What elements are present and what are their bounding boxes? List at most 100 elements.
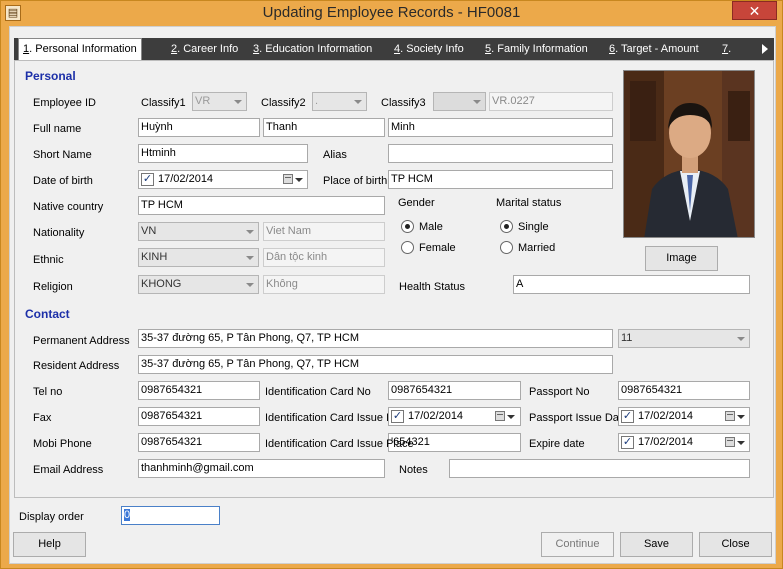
mobi-phone-label: Mobi Phone xyxy=(33,438,92,450)
marital-status-label: Marital status xyxy=(496,197,562,209)
middle-name-field[interactable]: Thanh xyxy=(263,118,385,137)
gender-female-radio[interactable] xyxy=(401,241,414,254)
employee-photo xyxy=(623,70,755,238)
marital-married-label: Married xyxy=(518,242,556,254)
chevron-down-icon xyxy=(246,256,254,260)
tel-no-field[interactable]: 0987654321 xyxy=(138,381,260,400)
passport-no-label: Passport No xyxy=(529,386,590,398)
chevron-down-icon xyxy=(473,100,481,104)
chevron-down-icon[interactable] xyxy=(737,415,745,419)
expire-date-label: Expire date xyxy=(529,438,585,450)
fax-label: Fax xyxy=(33,412,52,424)
permanent-address-area-select[interactable]: 11 xyxy=(618,329,750,348)
calendar-icon xyxy=(283,174,293,184)
native-country-field[interactable]: TP HCM xyxy=(138,196,385,215)
title-bar[interactable]: ▤ Updating Employee Records - HF0081 ✕ xyxy=(1,1,782,25)
email-address-label: Email Address xyxy=(33,464,104,476)
religion-label: Religion xyxy=(33,281,73,293)
tab-family-information[interactable]: 5. Family Information xyxy=(485,40,588,60)
tab-7[interactable]: 7. xyxy=(722,40,731,60)
religion-name-field[interactable]: Không xyxy=(263,275,385,294)
expire-datepicker[interactable]: ✓ 17/02/2014 xyxy=(618,433,750,452)
classify1-select[interactable]: VR xyxy=(192,92,247,111)
classify2-select[interactable]: . xyxy=(312,92,367,111)
health-status-label: Health Status xyxy=(399,281,466,293)
tab-strip: 1. Personal Information 2. Career Info 3… xyxy=(14,38,774,60)
chevron-down-icon xyxy=(246,230,254,234)
permanent-address-field[interactable]: 35-37 đường 65, P Tân Phong, Q7, TP HCM xyxy=(138,329,613,348)
religion-select[interactable]: KHONG xyxy=(138,275,259,294)
employee-window: ▤ Updating Employee Records - HF0081 ✕ 1… xyxy=(0,0,783,569)
marital-married-radio[interactable] xyxy=(500,241,513,254)
display-order-field[interactable]: 0 xyxy=(121,506,220,525)
marital-single-label: Single xyxy=(518,221,549,233)
chevron-down-icon xyxy=(234,100,242,104)
id-issue-place-label: Identification Card Issue Place xyxy=(265,438,414,450)
chevron-down-icon[interactable] xyxy=(295,178,303,182)
tab-society-info[interactable]: 4. Society Info xyxy=(394,40,464,60)
passport-issue-datepicker[interactable]: ✓ 17/02/2014 xyxy=(618,407,750,426)
tab-career-info[interactable]: 2. Career Info xyxy=(171,40,238,60)
employee-id-field[interactable]: VR.0227 xyxy=(489,92,613,111)
chevron-down-icon xyxy=(246,283,254,287)
short-name-field[interactable]: Htminh xyxy=(138,144,308,163)
expire-date-checkbox[interactable]: ✓ xyxy=(621,436,634,449)
ethnic-label: Ethnic xyxy=(33,254,64,266)
tab-education-information[interactable]: 3. Education Information xyxy=(253,40,372,60)
alias-field[interactable] xyxy=(388,144,613,163)
close-button[interactable]: Close xyxy=(699,532,772,557)
tab-target-amount[interactable]: 6. Target - Amount xyxy=(609,40,699,60)
alias-label: Alias xyxy=(323,149,347,161)
window-close-button[interactable]: ✕ xyxy=(732,1,777,20)
personal-information-panel: Personal Employee ID Classify1 VR Classi… xyxy=(14,60,774,498)
native-country-label: Native country xyxy=(33,201,104,213)
passport-issue-date-checkbox[interactable]: ✓ xyxy=(621,410,634,423)
notes-field[interactable] xyxy=(449,459,750,478)
id-issue-datepicker[interactable]: ✓ 17/02/2014 xyxy=(388,407,521,426)
help-button[interactable]: Help xyxy=(13,532,86,557)
last-name-field[interactable]: Huỳnh xyxy=(138,118,260,137)
gender-male-radio[interactable] xyxy=(401,220,414,233)
dialog-body: 1. Personal Information 2. Career Info 3… xyxy=(9,26,776,564)
resident-address-field[interactable]: 35-37 đường 65, P Tân Phong, Q7, TP HCM xyxy=(138,355,613,374)
dob-datepicker[interactable]: ✓ 17/02/2014 xyxy=(138,170,308,189)
id-issue-date-value: 17/02/2014 xyxy=(408,410,464,422)
chevron-down-icon xyxy=(354,100,362,104)
save-button[interactable]: Save xyxy=(620,532,693,557)
notes-label: Notes xyxy=(399,464,428,476)
id-issue-date-checkbox[interactable]: ✓ xyxy=(391,410,404,423)
chevron-down-icon xyxy=(737,337,745,341)
tab-scroll-right-icon[interactable] xyxy=(762,44,768,54)
chevron-down-icon[interactable] xyxy=(737,441,745,445)
fax-field[interactable]: 0987654321 xyxy=(138,407,260,426)
dob-checkbox[interactable]: ✓ xyxy=(141,173,154,186)
pob-field[interactable]: TP HCM xyxy=(388,170,613,189)
email-address-field[interactable]: thanhminh@gmail.com xyxy=(138,459,385,478)
employee-portrait-image xyxy=(624,71,754,237)
mobi-phone-field[interactable]: 0987654321 xyxy=(138,433,260,452)
tab-personal-information[interactable]: 1. Personal Information xyxy=(18,38,142,60)
classify2-label: Classify2 xyxy=(261,97,306,109)
calendar-icon xyxy=(725,411,735,421)
dob-value: 17/02/2014 xyxy=(158,173,214,185)
id-card-no-field[interactable]: 0987654321 xyxy=(388,381,521,400)
id-issue-date-label: Identification Card Issue D xyxy=(265,412,395,424)
image-button[interactable]: Image xyxy=(645,246,718,271)
health-status-field[interactable]: A xyxy=(513,275,750,294)
nationality-select[interactable]: VN xyxy=(138,222,259,241)
passport-no-field[interactable]: 0987654321 xyxy=(618,381,750,400)
passport-issue-date-value: 17/02/2014 xyxy=(638,410,694,422)
classify3-select[interactable] xyxy=(433,92,486,111)
passport-issue-date-label: Passport Issue Da xyxy=(529,412,619,424)
window-title: Updating Employee Records - HF0081 xyxy=(262,4,521,21)
nationality-name-field[interactable]: Viet Nam xyxy=(263,222,385,241)
continue-button[interactable]: Continue xyxy=(541,532,614,557)
ethnic-select[interactable]: KINH xyxy=(138,248,259,267)
permanent-address-label: Permanent Address xyxy=(33,335,130,347)
ethnic-name-field[interactable]: Dân tộc kinh xyxy=(263,248,385,267)
section-personal: Personal xyxy=(25,69,76,83)
resident-address-label: Resident Address xyxy=(33,360,120,372)
first-name-field[interactable]: Minh xyxy=(388,118,613,137)
chevron-down-icon[interactable] xyxy=(507,415,515,419)
marital-single-radio[interactable] xyxy=(500,220,513,233)
